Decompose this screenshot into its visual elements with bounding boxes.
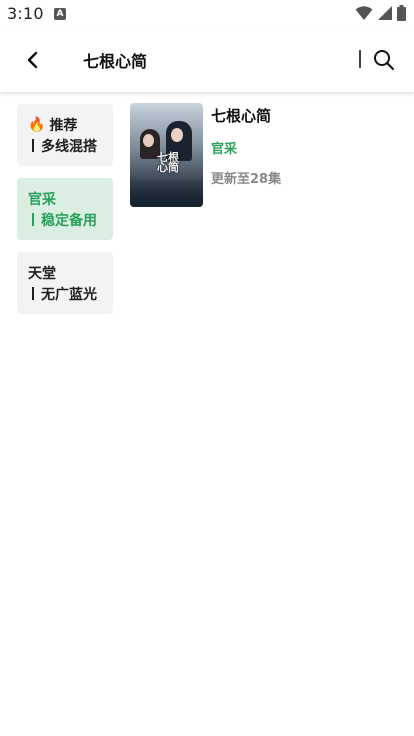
search-result-item[interactable]: 七根心简 七根心简 官采 更新至28集 — [130, 103, 400, 207]
separator-bar — [32, 139, 34, 152]
battery-icon — [397, 5, 406, 21]
source-name-row: 官采 — [28, 188, 113, 209]
source-desc: 无广蓝光 — [41, 286, 97, 303]
page-title: 七根心简 — [83, 52, 148, 71]
poster-face — [143, 134, 154, 147]
signal-icon — [378, 6, 392, 20]
notification-app-icon: A — [54, 8, 66, 20]
toolbar-divider — [359, 50, 361, 68]
search-icon — [374, 50, 395, 71]
source-desc: 稳定备用 — [41, 212, 97, 229]
result-source: 官采 — [211, 142, 238, 157]
source-item-recommend[interactable]: 🔥 推荐 多线混搭 — [17, 104, 113, 166]
source-name-row: 天堂 — [28, 262, 113, 283]
poster-face — [171, 128, 183, 142]
result-title: 七根心简 — [211, 107, 272, 125]
status-icons — [355, 5, 406, 21]
wifi-icon — [355, 6, 373, 20]
source-item-guancai[interactable]: 官采 稳定备用 — [17, 178, 113, 240]
search-button[interactable] — [370, 46, 398, 74]
source-name: 推荐 — [49, 117, 78, 134]
separator-bar — [32, 213, 34, 226]
source-name: 天堂 — [28, 265, 56, 282]
status-time: 3:10 — [7, 4, 44, 23]
source-item-tiantang[interactable]: 天堂 无广蓝光 — [17, 252, 113, 314]
source-desc: 多线混搭 — [41, 138, 97, 155]
chevron-left-icon — [27, 51, 38, 69]
source-desc-row: 多线混搭 — [28, 135, 113, 156]
status-bar: 3:10 A — [0, 0, 414, 28]
source-name-row: 🔥 推荐 — [28, 114, 113, 135]
back-button[interactable] — [18, 46, 46, 74]
source-desc-row: 无广蓝光 — [28, 283, 113, 304]
poster-waves — [130, 177, 203, 207]
fire-icon: 🔥 — [28, 116, 46, 133]
poster-image: 七根心简 — [130, 103, 203, 207]
app-bar: 七根心简 — [0, 28, 414, 92]
source-desc-row: 稳定备用 — [28, 209, 113, 230]
source-sidebar: 🔥 推荐 多线混搭 官采 稳定备用 天堂 无广蓝光 — [17, 104, 113, 326]
poster-title-art: 七根心简 — [157, 151, 179, 174]
result-update-status: 更新至28集 — [211, 172, 282, 187]
separator-bar — [32, 287, 34, 300]
source-name: 官采 — [28, 191, 56, 208]
